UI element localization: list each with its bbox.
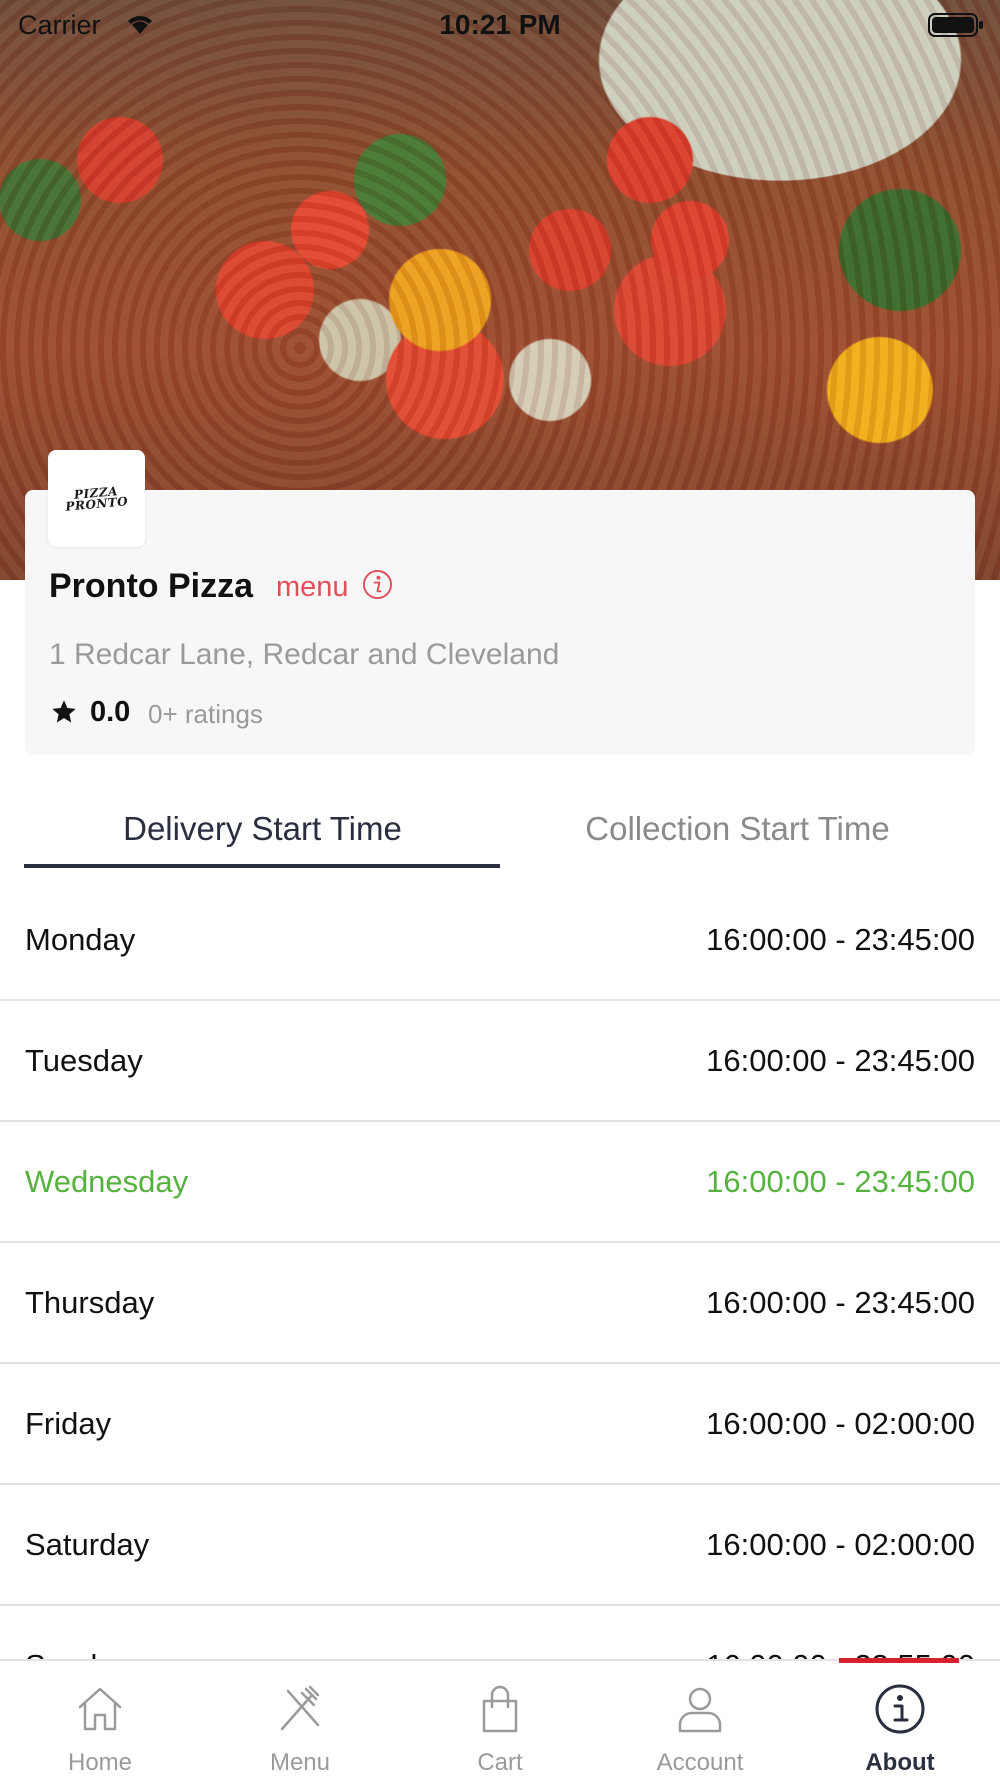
nav-account[interactable]: Account [600,1661,800,1778]
nav-home[interactable]: Home [0,1661,200,1778]
tab-delivery-start-time[interactable]: Delivery Start Time [25,810,500,870]
day-label: Wednesday [25,1164,189,1199]
hours-row-monday: Monday 16:00:00 - 23:45:00 [0,880,1000,1001]
menu-link[interactable]: menu [276,571,349,604]
shopping-bag-icon [482,1685,518,1733]
status-bar: Carrier 10:21 PM [0,0,1000,50]
active-tab-indicator [24,864,500,868]
battery-icon [928,13,983,37]
nav-menu-label: Menu [269,1749,331,1776]
active-nav-indicator [839,1658,959,1663]
hours-row-saturday: Saturday 16:00:00 - 02:00:00 [0,1485,1000,1606]
hours-row-friday: Friday 16:00:00 - 02:00:00 [0,1364,1000,1485]
day-label: Saturday [25,1527,150,1562]
time-range: 16:00:00 - 23:45:00 [706,1164,975,1199]
day-label: Thursday [25,1285,155,1320]
time-range: 16:00:00 - 23:45:00 [706,1043,975,1078]
info-icon [875,1684,925,1734]
home-icon [78,1687,122,1731]
fork-knife-icon [280,1685,320,1731]
nav-home-label: Home [67,1749,133,1776]
hours-row-sunday: Sunday 16:00:00 - 23:55:00 [0,1606,1000,1660]
hours-row-tuesday: Tuesday 16:00:00 - 23:45:00 [0,1001,1000,1122]
nav-about[interactable]: About [800,1661,1000,1778]
time-range: 16:00:00 - 02:00:00 [706,1527,975,1562]
status-time: 10:21 PM [439,9,561,40]
day-label: Monday [25,922,136,957]
logo-text: PIZZA PRONTO [65,483,129,514]
nav-menu[interactable]: Menu [200,1661,400,1778]
nav-cart[interactable]: Cart [400,1661,600,1778]
restaurant-logo: PIZZA PRONTO [48,450,145,547]
restaurant-address: 1 Redcar Lane, Redcar and Cleveland [49,638,560,671]
user-icon [678,1687,722,1733]
restaurant-name: Pronto Pizza [49,567,254,605]
rating-count: 0+ ratings [148,699,263,729]
time-range: 16:00:00 - 02:00:00 [706,1406,975,1441]
tab-collection-start-time[interactable]: Collection Start Time [500,810,975,870]
nav-cart-label: Cart [477,1749,523,1776]
bottom-tab-bar: Home Menu Cart Account About [0,1659,1000,1778]
hours-row-thursday: Thursday 16:00:00 - 23:45:00 [0,1243,1000,1364]
day-label: Friday [25,1406,112,1441]
nav-account-label: Account [656,1749,744,1776]
time-range: 16:00:00 - 23:45:00 [706,922,975,957]
menu-info-icon[interactable] [362,569,393,600]
rating-value: 0.0 [90,696,131,728]
opening-hours-list[interactable]: Monday 16:00:00 - 23:45:00 Tuesday 16:00… [0,880,1000,1660]
day-label: Tuesday [25,1043,143,1078]
hours-row-wednesday: Wednesday 16:00:00 - 23:45:00 [0,1122,1000,1243]
time-range: 16:00:00 - 23:45:00 [706,1285,975,1320]
nav-about-label: About [865,1749,935,1776]
star-icon [52,700,76,723]
